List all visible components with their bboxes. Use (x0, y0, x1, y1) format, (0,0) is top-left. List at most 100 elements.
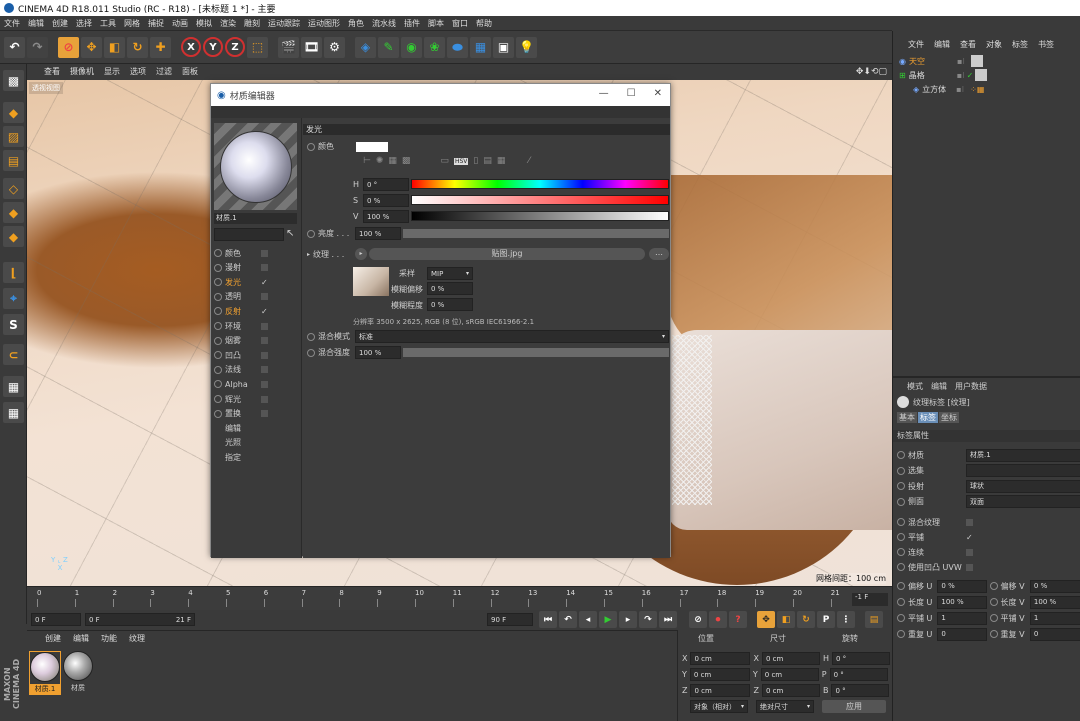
menu-file[interactable]: 文件 (0, 18, 24, 29)
color-anim-radio[interactable] (307, 142, 315, 151)
sky-visibility-icon[interactable]: ▪⁝ (957, 57, 965, 66)
uv-field-right[interactable]: 1 (1029, 611, 1080, 625)
menu-help[interactable]: 帮助 (472, 18, 496, 29)
rotation-field[interactable]: 0 ° (831, 684, 890, 697)
menu-pipeline[interactable]: 流水线 (368, 18, 400, 29)
editor-extra-item[interactable]: 编辑 (225, 421, 309, 435)
point-level-icon[interactable]: ⋮ (837, 611, 855, 628)
tab-basic[interactable]: 基本 (897, 412, 917, 423)
attr-menu-user-data[interactable]: 用户数据 (951, 381, 991, 392)
channel-enable-checkbox[interactable] (261, 380, 268, 388)
channel-anim-radio[interactable] (214, 322, 222, 330)
autokey-icon[interactable]: ⏺ (709, 611, 727, 628)
picker-tool-icon[interactable]: ⁄ (528, 156, 530, 166)
cursor-icon[interactable]: ↖ (286, 228, 294, 239)
attr-value-field[interactable]: 球状 (966, 479, 1080, 493)
rotation-field[interactable]: 0 ° (831, 652, 890, 665)
menu-script[interactable]: 脚本 (424, 18, 448, 29)
menu-select[interactable]: 选择 (72, 18, 96, 29)
channel-enable-checkbox[interactable] (261, 337, 268, 345)
editor-extra-item[interactable]: 光照 (225, 436, 309, 450)
obj-menu-view[interactable]: 查看 (955, 39, 981, 50)
texture-mode-icon[interactable]: ▨ (3, 126, 24, 147)
viewport-nav-icons[interactable]: ✥⬇⟲▢ (851, 67, 892, 77)
x-axis-lock-icon[interactable]: X (181, 37, 201, 57)
light-icon[interactable]: 💡 (516, 36, 537, 58)
menu-animate[interactable]: 动画 (168, 18, 192, 29)
menu-edit[interactable]: 编辑 (24, 18, 48, 29)
color-wheel-icon[interactable]: ✺ (376, 156, 384, 166)
vp-menu-panel[interactable]: 面板 (177, 66, 203, 77)
size-field[interactable]: 0 cm (761, 652, 820, 665)
menu-window[interactable]: 窗口 (448, 18, 472, 29)
record-keys-icon[interactable]: ⊘ (689, 611, 707, 628)
vp-menu-filter[interactable]: 过滤 (151, 66, 177, 77)
recent-tool-icon[interactable]: ✚ (150, 36, 171, 58)
uv-anim-radio[interactable] (897, 582, 905, 590)
uv-anim-radio[interactable] (897, 614, 905, 622)
attr-value-field[interactable]: 材质.1 (966, 448, 1080, 462)
texture-expand-icon[interactable]: ▸ (307, 251, 310, 258)
hsv-mode-button[interactable]: HSV (453, 157, 469, 165)
attr-anim-radio[interactable] (897, 518, 905, 526)
channel-anim-radio[interactable] (214, 278, 222, 287)
texture-thumbnail[interactable] (353, 267, 389, 296)
channel-anim-radio[interactable] (214, 380, 222, 389)
object-row-cube[interactable]: ◈ 立方体 ▪⁝ ⁘▦ (893, 82, 1080, 96)
make-editable-icon[interactable]: ▩ (3, 70, 24, 91)
attr-value-field[interactable]: 双面 (966, 495, 1080, 508)
blend-mode-anim-radio[interactable] (307, 332, 315, 341)
swatches-icon[interactable]: ▦ (497, 156, 506, 166)
channel-anim-radio[interactable] (214, 292, 222, 301)
start-frame-field[interactable]: 0 F (31, 613, 81, 626)
size-mode-select[interactable]: 绝对尺寸 ▾ (756, 700, 814, 713)
obj-menu-objects[interactable]: 对象 (981, 39, 1007, 50)
saturation-slider[interactable] (411, 195, 669, 205)
uv-field-left[interactable]: 0 % (937, 579, 987, 593)
obj-menu-tags[interactable]: 标签 (1007, 39, 1033, 50)
menu-create[interactable]: 创建 (48, 18, 72, 29)
axis-mode-icon[interactable]: ⌊ (3, 262, 24, 283)
menu-render[interactable]: 渲染 (216, 18, 240, 29)
pen-spline-icon[interactable]: ✎ (378, 36, 399, 58)
attr-checkbox[interactable] (966, 518, 973, 526)
menu-mesh[interactable]: 网格 (120, 18, 144, 29)
points-mode-icon[interactable]: ◇ (3, 178, 24, 199)
next-frame-icon[interactable]: ▸ (619, 611, 637, 628)
attr-anim-radio[interactable] (897, 563, 905, 571)
attr-anim-radio[interactable] (897, 451, 905, 459)
current-frame-field[interactable]: -1 F (852, 593, 888, 606)
blur-scale-field[interactable]: 0 % (427, 298, 473, 311)
channel-row[interactable]: 透明 (214, 290, 298, 304)
position-field[interactable]: 0 cm (690, 684, 751, 697)
channel-anim-radio[interactable] (214, 307, 222, 316)
v-field[interactable]: 100 % (363, 210, 409, 223)
channel-enabled-check-icon[interactable]: ✓ (261, 307, 268, 316)
attr-anim-radio[interactable] (897, 482, 905, 490)
channel-enable-checkbox[interactable] (261, 293, 268, 301)
mat-menu-create[interactable]: 创建 (39, 633, 67, 644)
uv-anim-radio[interactable] (897, 630, 905, 638)
uv-anim-radio-right[interactable] (989, 614, 998, 622)
channel-row[interactable]: 凹凸 (214, 348, 298, 362)
tab-tag[interactable]: 标签 (918, 412, 938, 423)
lattice-enabled-check-icon[interactable]: ✓ (967, 71, 974, 80)
uv-field-right[interactable]: 0 % (1029, 579, 1080, 593)
menu-snap[interactable]: 捕捉 (144, 18, 168, 29)
attr-value-field[interactable] (966, 464, 1080, 477)
channel-row[interactable]: 环境 (214, 319, 298, 333)
h-field[interactable]: 0 ° (363, 178, 409, 191)
editor-extra-item[interactable]: 指定 (225, 450, 309, 464)
live-select-icon[interactable]: ⊘ (58, 36, 79, 58)
menu-sculpt[interactable]: 雕刻 (240, 18, 264, 29)
mixer-icon[interactable]: ▤ (483, 156, 492, 166)
apply-button[interactable]: 应用 (822, 700, 886, 713)
channel-row[interactable]: 置换 (214, 407, 298, 421)
channel-row[interactable]: 烟雾 (214, 334, 298, 348)
cube-tags-icon[interactable]: ⁘▦ (970, 85, 984, 94)
coord-mode-select[interactable]: 对象（相对） ▾ (690, 700, 748, 713)
brightness-field[interactable]: 100 % (355, 227, 401, 240)
material-item-1[interactable]: 材质.1 (29, 651, 61, 695)
attr-anim-radio[interactable] (897, 497, 905, 506)
s-field[interactable]: 0 % (363, 194, 409, 207)
